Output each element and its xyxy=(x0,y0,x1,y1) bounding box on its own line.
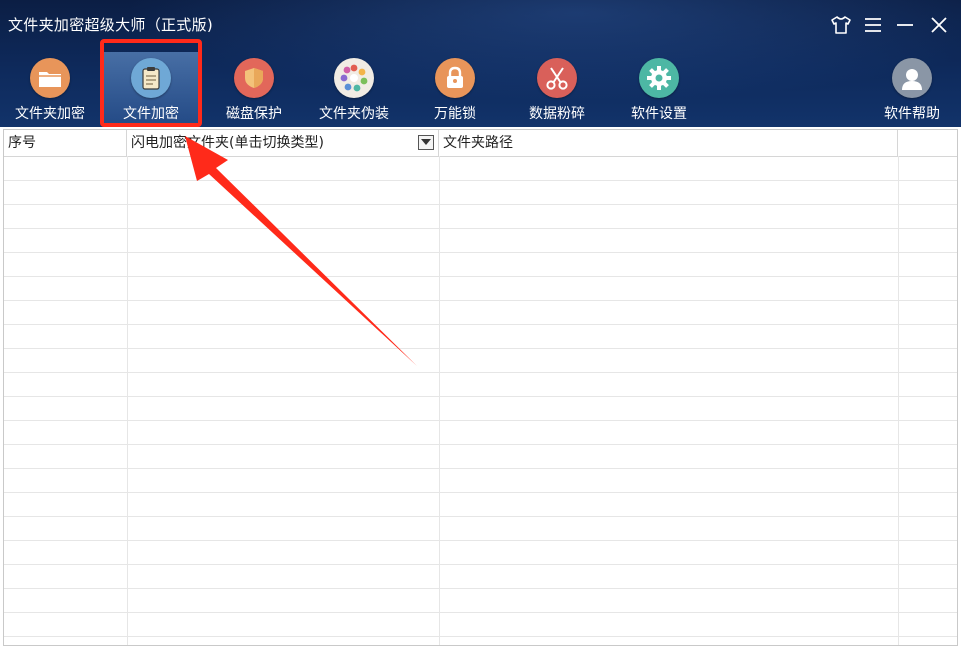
column-header-extra[interactable] xyxy=(898,130,957,156)
table-row xyxy=(4,636,957,637)
column-header-folder-path[interactable]: 文件夹路径 xyxy=(439,130,898,156)
table-row xyxy=(4,540,957,541)
column-divider xyxy=(439,156,440,645)
toolbar-label: 数据粉碎 xyxy=(529,106,585,122)
toolbar-label: 软件帮助 xyxy=(884,106,940,122)
toolbar-label: 万能锁 xyxy=(434,106,476,122)
folder-icon xyxy=(30,58,70,98)
gear-icon xyxy=(639,58,679,98)
table-row xyxy=(4,300,957,301)
padlock-icon xyxy=(435,58,475,98)
toolbar-settings-button[interactable]: 软件设置 xyxy=(614,52,704,124)
window-title: 文件夹加密超级大师（正式版) xyxy=(8,16,214,34)
chevron-down-icon xyxy=(421,139,431,145)
toolbar-label: 软件设置 xyxy=(631,106,687,122)
table-row xyxy=(4,612,957,613)
table-row xyxy=(4,396,957,397)
toolbar-data-shred-button[interactable]: 数据粉碎 xyxy=(512,52,602,124)
table-header: 序号 闪电加密文件夹(单击切换类型) 文件夹路径 xyxy=(4,130,957,157)
table-row xyxy=(4,516,957,517)
toolbar-label: 文件夹伪装 xyxy=(319,106,389,122)
toolbar-folder-encrypt-button[interactable]: 文件夹加密 xyxy=(5,52,95,124)
table-row xyxy=(4,444,957,445)
table-row xyxy=(4,252,957,253)
highlight-box xyxy=(100,39,202,127)
toolbar-universal-lock-button[interactable]: 万能锁 xyxy=(410,52,500,124)
column-divider xyxy=(898,156,899,645)
toolbar-help-button[interactable]: 软件帮助 xyxy=(870,52,954,124)
close-icon[interactable] xyxy=(926,12,952,38)
file-table[interactable]: 序号 闪电加密文件夹(单击切换类型) 文件夹路径 xyxy=(3,129,958,646)
table-row xyxy=(4,228,957,229)
table-row xyxy=(4,276,957,277)
table-row xyxy=(4,180,957,181)
table-row xyxy=(4,492,957,493)
menu-icon[interactable] xyxy=(860,12,886,38)
user-avatar-icon xyxy=(892,58,932,98)
table-row xyxy=(4,324,957,325)
shield-icon xyxy=(234,58,274,98)
scissors-icon xyxy=(537,58,577,98)
column-divider xyxy=(127,156,128,645)
table-row xyxy=(4,348,957,349)
toolbar-disk-protect-button[interactable]: 磁盘保护 xyxy=(209,52,299,124)
table-row xyxy=(4,372,957,373)
title-bar-toolbar: 文件夹加密超级大师（正式版) 文件夹加密 文件加密 磁盘保护 文件夹伪装 万能锁… xyxy=(0,0,961,127)
skin-shirt-icon[interactable] xyxy=(828,12,854,38)
table-row xyxy=(4,564,957,565)
column-header-label: 闪电加密文件夹(单击切换类型) xyxy=(131,135,324,151)
table-row xyxy=(4,468,957,469)
color-wheel-icon xyxy=(334,58,374,98)
toolbar-folder-disguise-button[interactable]: 文件夹伪装 xyxy=(309,52,399,124)
toolbar-label: 文件夹加密 xyxy=(15,106,85,122)
table-row xyxy=(4,588,957,589)
table-row xyxy=(4,204,957,205)
column-header-index[interactable]: 序号 xyxy=(4,130,127,156)
type-dropdown-button[interactable] xyxy=(418,135,434,150)
table-row xyxy=(4,420,957,421)
minimize-icon[interactable] xyxy=(892,12,918,38)
toolbar-label: 磁盘保护 xyxy=(226,106,282,122)
column-header-folder-type[interactable]: 闪电加密文件夹(单击切换类型) xyxy=(127,130,439,156)
